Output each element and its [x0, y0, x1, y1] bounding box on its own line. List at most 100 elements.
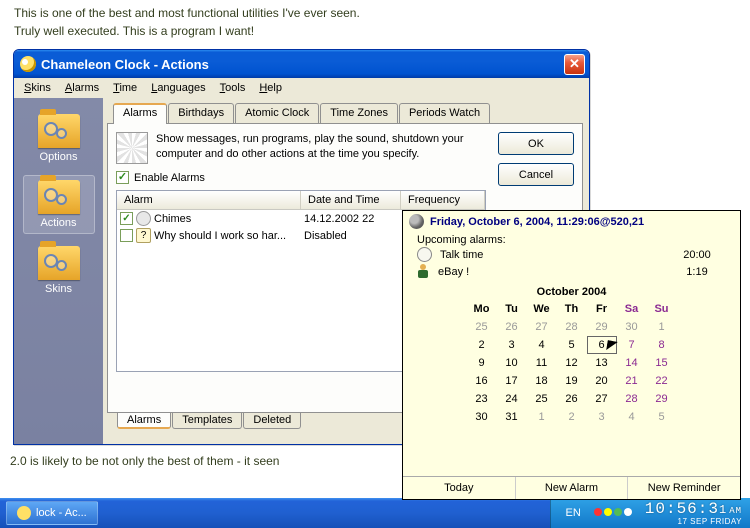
taskbar-button-app[interactable]: lock - Ac...	[6, 501, 98, 525]
alarm-label: Talk time	[440, 249, 654, 261]
tab-birthdays[interactable]: Birthdays	[168, 103, 234, 124]
calendar-day[interactable]: 20	[587, 372, 617, 390]
calendar-day[interactable]: 28	[557, 318, 587, 336]
sidebar-item-skins[interactable]: Skins	[23, 242, 95, 299]
subtab-deleted[interactable]: Deleted	[243, 412, 301, 429]
row-datetime: 14.12.2002 22	[304, 213, 404, 225]
calendar-day[interactable]: 1	[647, 318, 677, 336]
taskbar-button-label: lock - Ac...	[36, 507, 87, 519]
row-checkbox[interactable]	[120, 212, 133, 225]
tab-alarms[interactable]: Alarms	[113, 103, 167, 124]
bg-line1: This is one of the best and most functio…	[14, 4, 736, 22]
calendar-day[interactable]: 19	[557, 372, 587, 390]
menu-skins[interactable]: Skins	[18, 80, 57, 96]
calendar-day[interactable]: 3	[497, 336, 527, 354]
calendar-day[interactable]: 7	[617, 336, 647, 354]
alarm-header-icon	[116, 132, 148, 164]
calendar-day[interactable]: 21	[617, 372, 647, 390]
sidebar: Options Actions Skins	[14, 98, 103, 444]
ok-button[interactable]: OK	[498, 132, 574, 155]
clock-tooltip-popup: Friday, October 6, 2004, 11:29:06@520,21…	[402, 210, 741, 500]
enable-alarms-checkbox[interactable]	[116, 171, 129, 184]
tray-icons[interactable]	[593, 507, 633, 519]
calendar-day[interactable]: 26	[557, 390, 587, 408]
calendar-day[interactable]: 2	[467, 336, 497, 354]
calendar-day[interactable]: 24	[497, 390, 527, 408]
tab-time-zones[interactable]: Time Zones	[320, 103, 398, 124]
dow: Sa	[617, 300, 647, 318]
calendar-day[interactable]: 29	[587, 318, 617, 336]
calendar-day[interactable]: 18	[527, 372, 557, 390]
cancel-button[interactable]: Cancel	[498, 163, 574, 186]
subtab-templates[interactable]: Templates	[172, 412, 242, 429]
calendar-day[interactable]: 10	[497, 354, 527, 372]
window-title: Chameleon Clock - Actions	[41, 57, 209, 72]
mini-calendar: October 2004 MoTuWeThFrSaSu 252627282930…	[441, 286, 702, 426]
titlebar[interactable]: Chameleon Clock - Actions ✕	[14, 50, 589, 78]
clock-ampm: AM	[729, 506, 742, 516]
calendar-day[interactable]: 9	[467, 354, 497, 372]
upcoming-alarm-row: eBay !1:19	[417, 263, 732, 280]
menu-alarms[interactable]: Alarms	[59, 80, 105, 96]
sidebar-item-actions[interactable]: Actions	[23, 175, 95, 234]
calendar-day[interactable]: 5	[557, 336, 587, 354]
calendar-day[interactable]: 12	[557, 354, 587, 372]
calendar-day[interactable]: 13	[587, 354, 617, 372]
calendar-day[interactable]: 16	[467, 372, 497, 390]
sidebar-item-options[interactable]: Options	[23, 110, 95, 167]
clock-time: 10:56:3	[645, 500, 719, 518]
calendar-day[interactable]: 26	[497, 318, 527, 336]
subtab-alarms[interactable]: Alarms	[117, 412, 171, 429]
row-checkbox[interactable]	[120, 229, 133, 242]
calendar-day[interactable]: 4	[527, 336, 557, 354]
calendar-day[interactable]: 5	[647, 408, 677, 426]
calendar-day[interactable]: 27	[587, 390, 617, 408]
col-frequency[interactable]: Frequency	[401, 191, 485, 209]
menu-time[interactable]: Time	[107, 80, 143, 96]
panel-description: Show messages, run programs, play the so…	[156, 132, 486, 164]
calendar-day[interactable]: 1	[527, 408, 557, 426]
menu-languages[interactable]: Languages	[145, 80, 211, 96]
moon-phase-icon	[409, 214, 424, 229]
tray-clock[interactable]: 10:56:31AM 17 SEP FRIDAY	[645, 501, 742, 526]
clock-date: 17 SEP FRIDAY	[645, 518, 742, 526]
calendar-day[interactable]: 22	[647, 372, 677, 390]
calendar-day[interactable]: 31	[497, 408, 527, 426]
tooltip-btn-new-reminder[interactable]: New Reminder	[628, 477, 740, 499]
calendar-day[interactable]: 23	[467, 390, 497, 408]
tooltip-btn-today[interactable]: Today	[403, 477, 516, 499]
calendar-day[interactable]: 6	[587, 336, 617, 354]
menu-help[interactable]: Help	[253, 80, 288, 96]
calendar-day[interactable]: 30	[617, 318, 647, 336]
menu-tools[interactable]: Tools	[214, 80, 252, 96]
dow: Tu	[497, 300, 527, 318]
calendar-day[interactable]: 4	[617, 408, 647, 426]
taskbar[interactable]: lock - Ac... EN 10:56:31AM 17 SEP FRIDAY	[0, 498, 750, 528]
calendar-day[interactable]: 17	[497, 372, 527, 390]
person-icon	[417, 264, 430, 279]
calendar-day[interactable]: 28	[617, 390, 647, 408]
upcoming-alarm-row: Talk time20:00	[417, 246, 732, 263]
clock-seconds: 1	[719, 503, 727, 517]
calendar-day[interactable]: 25	[527, 390, 557, 408]
calendar-day[interactable]: 27	[527, 318, 557, 336]
calendar-day[interactable]: 2	[557, 408, 587, 426]
calendar-day[interactable]: 25	[467, 318, 497, 336]
col-alarm[interactable]: Alarm	[117, 191, 301, 209]
close-button[interactable]: ✕	[564, 54, 585, 75]
calendar-day[interactable]: 30	[467, 408, 497, 426]
tooltip-btn-new-alarm[interactable]: New Alarm	[516, 477, 629, 499]
tab-periods-watch[interactable]: Periods Watch	[399, 103, 490, 124]
calendar-day[interactable]: 29	[647, 390, 677, 408]
dow: Fr	[587, 300, 617, 318]
tab-atomic-clock[interactable]: Atomic Clock	[235, 103, 319, 124]
language-indicator[interactable]: EN	[565, 507, 580, 519]
taskbar-app-icon	[17, 506, 31, 520]
calendar-day[interactable]: 14	[617, 354, 647, 372]
calendar-day[interactable]: 11	[527, 354, 557, 372]
calendar-day[interactable]: 3	[587, 408, 617, 426]
calendar-day[interactable]: 8	[647, 336, 677, 354]
calendar-day[interactable]: 15	[647, 354, 677, 372]
col-datetime[interactable]: Date and Time	[301, 191, 401, 209]
system-tray[interactable]: EN 10:56:31AM 17 SEP FRIDAY	[550, 498, 750, 528]
